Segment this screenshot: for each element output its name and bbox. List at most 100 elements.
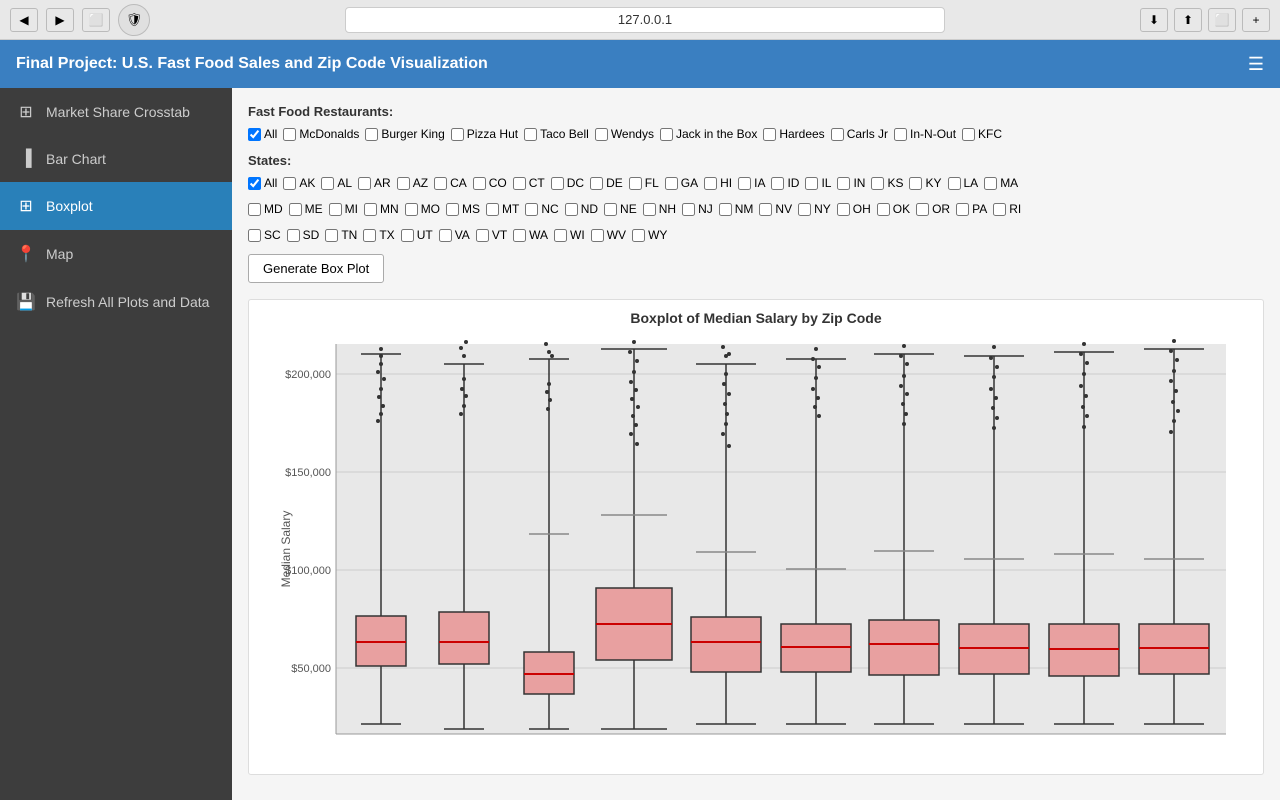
forward-button[interactable]: ▶ (46, 8, 74, 32)
restaurant-hardees[interactable]: Hardees (763, 127, 824, 141)
state-mi[interactable]: MI (329, 202, 358, 216)
app-body: ⊞ Market Share Crosstab ▐ Bar Chart ⊞ Bo… (0, 88, 1280, 800)
state-ny[interactable]: NY (798, 202, 831, 216)
state-wv[interactable]: WV (591, 228, 626, 242)
state-ak[interactable]: AK (283, 176, 315, 190)
state-nm[interactable]: NM (719, 202, 754, 216)
state-ut[interactable]: UT (401, 228, 433, 242)
map-icon: 📍 (16, 244, 36, 264)
state-hi[interactable]: HI (704, 176, 732, 190)
state-ar[interactable]: AR (358, 176, 391, 190)
download-button[interactable]: ⬇ (1140, 8, 1168, 32)
state-pa[interactable]: PA (956, 202, 987, 216)
back-button[interactable]: ◀ (10, 8, 38, 32)
sidebar-label-bar-chart: Bar Chart (46, 151, 106, 167)
state-fl[interactable]: FL (629, 176, 659, 190)
state-nj[interactable]: NJ (682, 202, 713, 216)
state-vt[interactable]: VT (476, 228, 507, 242)
sidebar-label-map: Map (46, 246, 73, 262)
state-id[interactable]: ID (771, 176, 799, 190)
state-dc[interactable]: DC (551, 176, 584, 190)
state-mt[interactable]: MT (486, 202, 519, 216)
state-tx[interactable]: TX (363, 228, 394, 242)
state-tn[interactable]: TN (325, 228, 357, 242)
restaurant-mcdonalds[interactable]: McDonalds (283, 127, 359, 141)
state-az[interactable]: AZ (397, 176, 428, 190)
menu-button[interactable]: ☰ (1248, 54, 1264, 75)
state-nv[interactable]: NV (759, 202, 792, 216)
browser-actions: ⬇ ⬆ ⬜ + (1140, 8, 1270, 32)
state-ok[interactable]: OK (877, 202, 910, 216)
state-ia[interactable]: IA (738, 176, 765, 190)
state-al[interactable]: AL (321, 176, 352, 190)
state-ga[interactable]: GA (665, 176, 698, 190)
state-il[interactable]: IL (805, 176, 831, 190)
state-md[interactable]: MD (248, 202, 283, 216)
state-la[interactable]: LA (948, 176, 979, 190)
state-de[interactable]: DE (590, 176, 623, 190)
svg-text:Median Salary: Median Salary (279, 511, 293, 588)
state-ct[interactable]: CT (513, 176, 545, 190)
states-filter-row3: SC SD TN TX UT VA VT WA WI WV WY (248, 228, 1264, 242)
chart-container: Boxplot of Median Salary by Zip Code $20… (248, 299, 1264, 775)
restaurant-wendys[interactable]: Wendys (595, 127, 654, 141)
state-ky[interactable]: KY (909, 176, 941, 190)
restaurants-filter-row: All McDonalds Burger King Pizza Hut Taco… (248, 127, 1264, 141)
state-sd[interactable]: SD (287, 228, 320, 242)
state-all[interactable]: All (248, 176, 277, 190)
state-nc[interactable]: NC (525, 202, 558, 216)
states-filter-row1: All AK AL AR AZ CA CO CT DC DE FL GA HI … (248, 176, 1264, 190)
state-ms[interactable]: MS (446, 202, 480, 216)
svg-text:$50,000: $50,000 (291, 663, 331, 675)
chart-title: Boxplot of Median Salary by Zip Code (259, 310, 1253, 326)
restaurant-taco-bell[interactable]: Taco Bell (524, 127, 589, 141)
state-wi[interactable]: WI (554, 228, 585, 242)
state-oh[interactable]: OH (837, 202, 871, 216)
restaurant-carls-jr[interactable]: Carls Jr (831, 127, 888, 141)
sidebar-item-bar-chart[interactable]: ▐ Bar Chart (0, 136, 232, 182)
svg-text:$200,000: $200,000 (285, 369, 331, 381)
url-text: 127.0.0.1 (618, 12, 672, 27)
share-button[interactable]: ⬆ (1174, 8, 1202, 32)
restaurant-burger-king[interactable]: Burger King (365, 127, 444, 141)
state-ks[interactable]: KS (871, 176, 903, 190)
window-button[interactable]: ⬜ (82, 8, 110, 32)
state-wy[interactable]: WY (632, 228, 667, 242)
browser-chrome: ◀ ▶ ⬜ 🛡 127.0.0.1 ⬇ ⬆ ⬜ + (0, 0, 1280, 40)
restaurant-pizza-hut[interactable]: Pizza Hut (451, 127, 518, 141)
state-ne[interactable]: NE (604, 202, 637, 216)
state-mn[interactable]: MN (364, 202, 399, 216)
resize-button[interactable]: ⬜ (1208, 8, 1236, 32)
restaurant-jack-in-the-box[interactable]: Jack in the Box (660, 127, 757, 141)
app-title: Final Project: U.S. Fast Food Sales and … (16, 55, 1236, 73)
state-co[interactable]: CO (473, 176, 507, 190)
state-nd[interactable]: ND (565, 202, 598, 216)
sidebar-item-market-share-crosstab[interactable]: ⊞ Market Share Crosstab (0, 88, 232, 136)
favicon: 🛡 (118, 4, 150, 36)
sidebar-label-refresh: Refresh All Plots and Data (46, 294, 209, 310)
boxplot-svg: $200,000 $150,000 $100,000 $50,000 Media… (259, 334, 1253, 764)
state-in[interactable]: IN (837, 176, 865, 190)
state-nh[interactable]: NH (643, 202, 676, 216)
restaurant-kfc[interactable]: KFC (962, 127, 1002, 141)
restaurant-all[interactable]: All (248, 127, 277, 141)
state-or[interactable]: OR (916, 202, 950, 216)
state-va[interactable]: VA (439, 228, 470, 242)
state-ma[interactable]: MA (984, 176, 1018, 190)
state-sc[interactable]: SC (248, 228, 281, 242)
sidebar-item-refresh[interactable]: 💾 Refresh All Plots and Data (0, 278, 232, 326)
state-ri[interactable]: RI (993, 202, 1021, 216)
sidebar-item-map[interactable]: 📍 Map (0, 230, 232, 278)
refresh-icon: 💾 (16, 292, 36, 312)
states-filter-row2: MD ME MI MN MO MS MT NC ND NE NH NJ NM N… (248, 202, 1264, 216)
state-mo[interactable]: MO (405, 202, 440, 216)
sidebar-item-boxplot[interactable]: ⊞ Boxplot (0, 182, 232, 230)
restaurant-in-n-out[interactable]: In-N-Out (894, 127, 956, 141)
restaurants-label: Fast Food Restaurants: (248, 104, 1264, 119)
new-tab-button[interactable]: + (1242, 8, 1270, 32)
state-ca[interactable]: CA (434, 176, 467, 190)
state-me[interactable]: ME (289, 202, 323, 216)
state-wa[interactable]: WA (513, 228, 548, 242)
generate-boxplot-button[interactable]: Generate Box Plot (248, 254, 384, 283)
url-bar[interactable]: 127.0.0.1 (345, 7, 945, 33)
